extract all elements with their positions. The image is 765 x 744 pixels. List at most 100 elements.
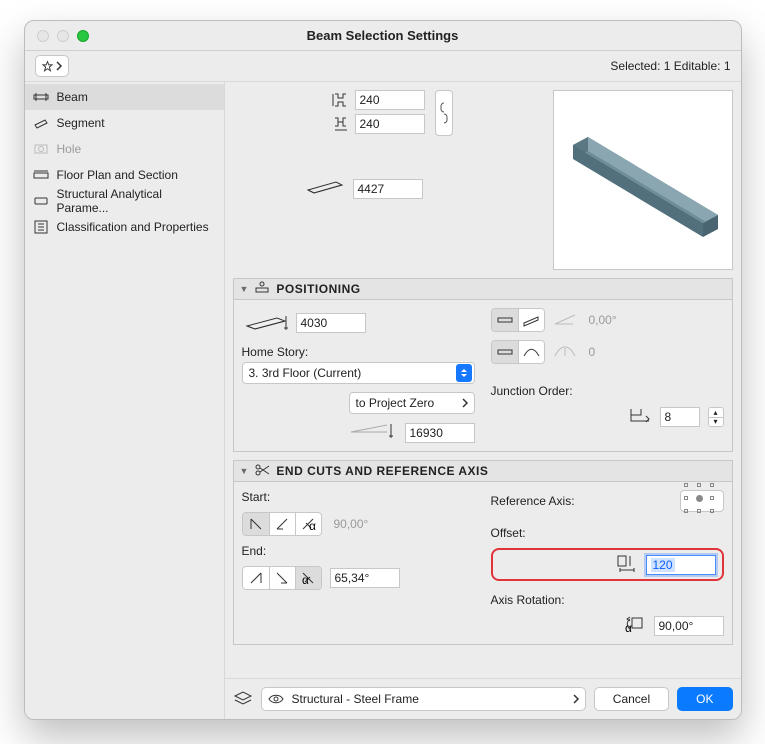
reference-axis-label: Reference Axis: [491, 494, 575, 508]
window-title: Beam Selection Settings [307, 28, 459, 43]
classification-icon [33, 219, 49, 235]
start-vertical-cut[interactable] [243, 513, 269, 535]
link-dims-button[interactable] [435, 90, 453, 136]
sidebar-item-hole: Hole [25, 136, 224, 162]
axis-rotation-input[interactable]: 90,00° [654, 616, 724, 636]
section-title: POSITIONING [276, 282, 360, 296]
segment-icon [33, 115, 49, 131]
sidebar-item-label: Floor Plan and Section [57, 168, 178, 182]
junction-icon [628, 406, 652, 427]
junction-order-input[interactable]: 8 [660, 407, 700, 427]
main-panel: 240 240 4427 [225, 82, 741, 719]
end-custom-cut[interactable]: α [295, 567, 321, 589]
sidebar-item-structural[interactable]: Structural Analytical Parame... [25, 188, 224, 214]
elevation-icon [242, 308, 288, 337]
height-input[interactable]: 240 [355, 90, 425, 110]
curve-radius-icon [553, 344, 577, 361]
length-input[interactable]: 4427 [353, 179, 423, 199]
select-caret-icon [456, 364, 472, 382]
project-zero-icon [347, 422, 397, 443]
positioning-icon [254, 281, 270, 298]
section-positioning-header[interactable]: ▼ POSITIONING [233, 278, 733, 300]
axis-rotation-label: Axis Rotation: [491, 593, 724, 607]
straight-plan-option[interactable] [492, 341, 518, 363]
minimize-button[interactable] [57, 30, 69, 42]
beam-3d-icon [558, 95, 728, 265]
width-input[interactable]: 240 [355, 114, 425, 134]
start-perp-cut[interactable] [269, 513, 295, 535]
chain-link-icon [439, 101, 449, 125]
settings-window: Beam Selection Settings Selected: 1 Edit… [24, 20, 742, 720]
offset-input[interactable]: 120 [646, 555, 716, 575]
offset-label: Offset: [491, 526, 724, 540]
start-cut-label: Start: [242, 490, 475, 504]
layer-name: Structural - Steel Frame [292, 692, 419, 706]
reference-level-button[interactable]: to Project Zero [349, 392, 475, 414]
sidebar-item-segment[interactable]: Segment [25, 110, 224, 136]
beam-shape-toggle[interactable] [491, 308, 545, 332]
slanted-beam-option[interactable] [518, 309, 544, 331]
favorites-button[interactable] [35, 55, 69, 77]
start-custom-cut[interactable]: α [295, 513, 321, 535]
section-endcuts-header[interactable]: ▼ END CUTS AND REFERENCE AXIS [233, 460, 733, 482]
beam-icon [33, 89, 49, 105]
junction-order-stepper[interactable]: ▴▾ [708, 407, 724, 427]
sidebar-item-floorplan[interactable]: Floor Plan and Section [25, 162, 224, 188]
sidebar: Beam Segment Hole Floor Plan and Section… [25, 82, 225, 719]
layer-select[interactable]: Structural - Steel Frame [261, 687, 586, 711]
selection-status: Selected: 1 Editable: 1 [610, 59, 730, 73]
svg-text:α: α [302, 573, 309, 587]
offset-highlight: 120 [491, 548, 724, 581]
cancel-button[interactable]: Cancel [594, 687, 669, 711]
reference-axis-anchor[interactable] [680, 490, 724, 512]
start-cut-type-toggle[interactable]: α [242, 512, 322, 536]
end-cut-label: End: [242, 544, 475, 558]
traffic-lights [37, 30, 89, 42]
disclosure-triangle-icon: ▼ [240, 284, 249, 294]
length-icon [303, 176, 347, 201]
chevron-right-icon [462, 398, 468, 408]
section-positioning-body: 4030 Home Story: 3. 3rd Floor (Current) [233, 300, 733, 452]
sidebar-item-beam[interactable]: Beam [25, 84, 224, 110]
dimensions-block: 240 240 4427 [233, 90, 733, 270]
elevation-input[interactable]: 4030 [296, 313, 366, 333]
rotation-icon: α [624, 615, 646, 636]
eye-icon [268, 693, 284, 705]
disclosure-triangle-icon: ▼ [240, 466, 249, 476]
layer-icon [233, 690, 253, 709]
end-vertical-cut[interactable] [243, 567, 269, 589]
scissors-icon [254, 463, 270, 480]
hole-icon [33, 141, 49, 157]
star-icon [41, 60, 54, 73]
start-angle-input: 90,00° [330, 514, 400, 534]
sidebar-item-label: Classification and Properties [57, 220, 209, 234]
floorplan-icon [33, 167, 49, 183]
sidebar-item-classification[interactable]: Classification and Properties [25, 214, 224, 240]
sidebar-item-label: Hole [57, 142, 82, 156]
offset-icon [616, 554, 638, 575]
main-scroll: 240 240 4427 [225, 82, 741, 678]
end-angle-input[interactable]: 65,34° [330, 568, 400, 588]
project-zero-input[interactable]: 16930 [405, 423, 475, 443]
beam-plan-toggle[interactable] [491, 340, 545, 364]
ok-button[interactable]: OK [677, 687, 732, 711]
end-perp-cut[interactable] [269, 567, 295, 589]
end-cut-type-toggle[interactable]: α [242, 566, 322, 590]
preview-3d[interactable] [553, 90, 733, 270]
slant-angle-input: 0,00° [585, 310, 655, 330]
straight-beam-option[interactable] [492, 309, 518, 331]
profile-width-icon [333, 116, 349, 132]
chevron-right-icon [56, 61, 62, 71]
home-story-select[interactable]: 3. 3rd Floor (Current) [242, 362, 475, 384]
maximize-button[interactable] [77, 30, 89, 42]
slant-angle-icon [553, 312, 577, 329]
junction-order-label: Junction Order: [491, 384, 724, 398]
profile-height-icon [333, 92, 349, 108]
curved-plan-option[interactable] [518, 341, 544, 363]
sidebar-item-label: Structural Analytical Parame... [57, 187, 216, 215]
home-story-label: Home Story: [242, 345, 475, 359]
section-title: END CUTS AND REFERENCE AXIS [276, 464, 488, 478]
chevron-right-icon [573, 694, 579, 704]
close-button[interactable] [37, 30, 49, 42]
titlebar: Beam Selection Settings [25, 21, 741, 51]
